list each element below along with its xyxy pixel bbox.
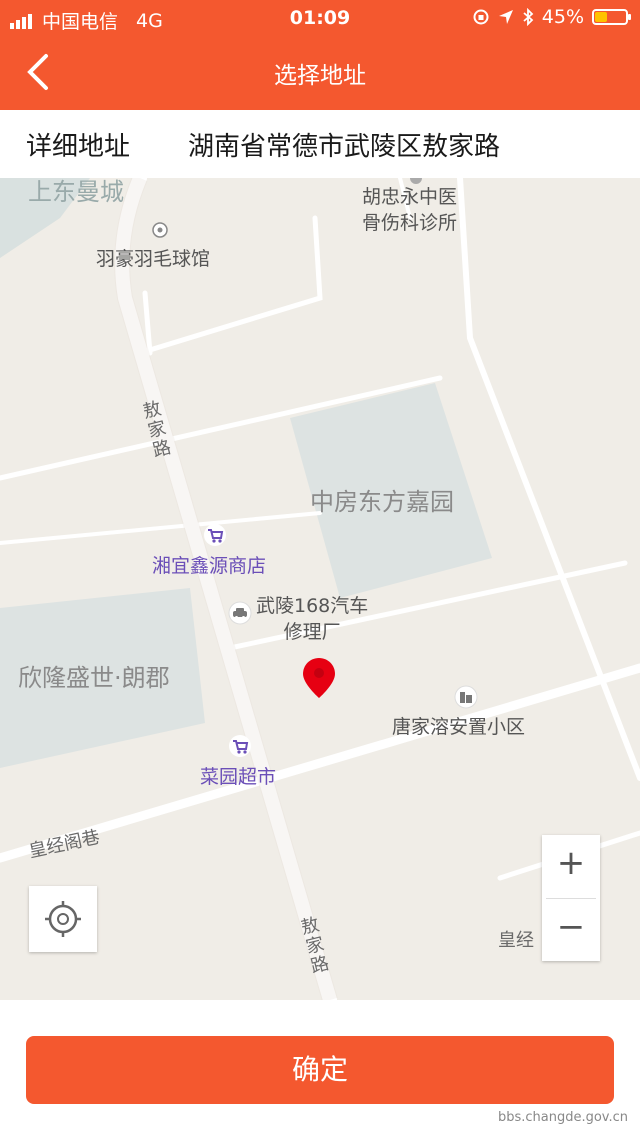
road-label-huangjing-right: 皇经 bbox=[498, 930, 534, 951]
locate-button[interactable] bbox=[29, 886, 97, 952]
address-value: 湖南省常德市武陵区敖家路 bbox=[188, 132, 501, 162]
building-icon bbox=[454, 685, 478, 709]
poi-label-tangjia: 唐家溶安置小区 bbox=[392, 716, 526, 738]
poi-label-shop: 湘宜鑫源商店 bbox=[152, 555, 267, 577]
clinic-line2: 骨伤科诊所 bbox=[362, 212, 458, 234]
car-icon bbox=[228, 601, 252, 625]
bottom-bar: 确定 bbs.changde.gov.cn bbox=[0, 1000, 640, 1138]
crosshair-icon bbox=[45, 901, 81, 937]
map-view[interactable]: 上东曼城 羽豪羽毛球馆 胡忠永中医 骨伤科诊所 敖家路 中房东方嘉园 湘宜鑫源商… bbox=[0, 178, 640, 1000]
status-bar: 中国电信 4G 01:09 45% bbox=[0, 0, 640, 36]
location-arrow-icon bbox=[498, 10, 513, 24]
bluetooth-icon bbox=[523, 8, 534, 26]
page-title: 选择地址 bbox=[274, 63, 366, 89]
battery-icon bbox=[592, 9, 631, 25]
address-row: 详细地址 湖南省常德市武陵区敖家路 bbox=[0, 110, 640, 178]
address-label: 详细地址 bbox=[26, 132, 131, 162]
road-minor-2 bbox=[137, 215, 323, 356]
battery-percent: 45% bbox=[541, 6, 584, 28]
confirm-button[interactable]: 确定 bbox=[26, 1036, 614, 1104]
repair-line2: 修理厂 bbox=[283, 621, 341, 643]
shopping-cart-icon bbox=[204, 524, 226, 546]
nav-bar: 选择地址 bbox=[0, 36, 640, 110]
poi-label-supermarket: 菜园超市 bbox=[200, 766, 277, 788]
zoom-out-button[interactable]: − bbox=[542, 907, 600, 947]
map-label-badminton: 羽豪羽毛球馆 bbox=[96, 248, 211, 270]
repair-line1: 武陵168汽车 bbox=[256, 595, 369, 617]
map-label-top-left: 上东曼城 bbox=[28, 178, 124, 206]
header: 中国电信 4G 01:09 45% 选择地址 bbox=[0, 0, 640, 110]
map-label-garden: 中房东方嘉园 bbox=[310, 488, 454, 516]
map-pin-icon bbox=[303, 658, 335, 698]
road-right bbox=[457, 178, 640, 781]
poi-label-repair: 武陵168汽车 修理厂 bbox=[256, 593, 368, 645]
orientation-lock-icon bbox=[473, 9, 489, 25]
zoom-control: + − bbox=[542, 835, 600, 961]
watermark: bbs.changde.gov.cn bbox=[497, 1110, 628, 1125]
zoom-in-button[interactable]: + bbox=[542, 843, 600, 883]
map-label-xinlong: 欣隆盛世·朗郡 bbox=[18, 664, 170, 692]
map-label-clinic: 胡忠永中医 骨伤科诊所 bbox=[362, 184, 457, 236]
shopping-cart-icon bbox=[229, 735, 251, 757]
clinic-line1: 胡忠永中医 bbox=[362, 186, 458, 208]
